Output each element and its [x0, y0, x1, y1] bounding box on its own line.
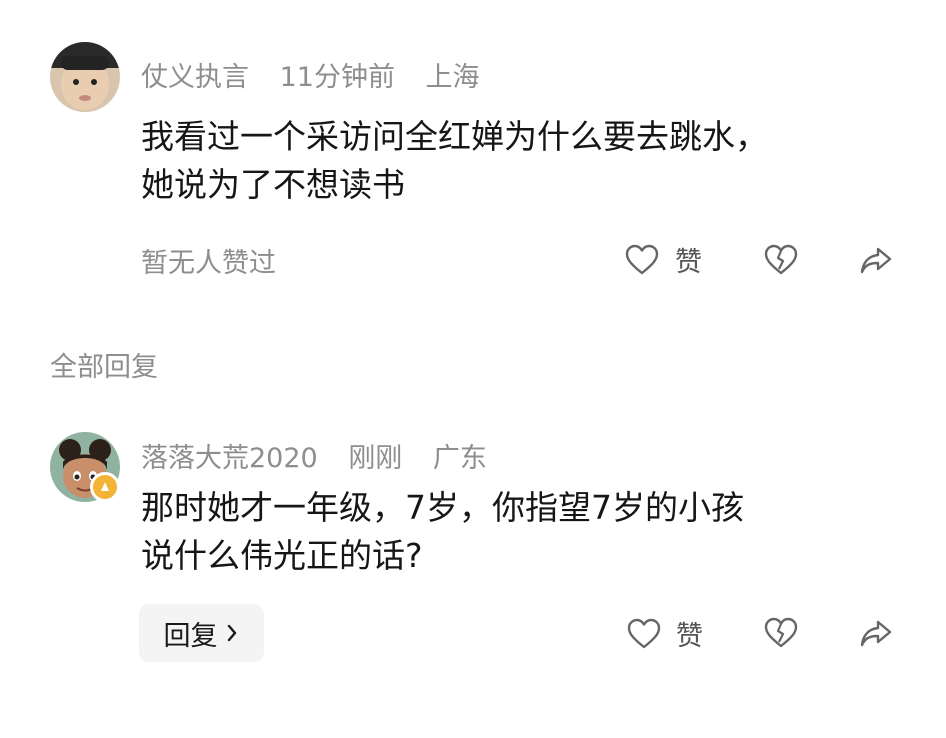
broken-heart-icon	[764, 617, 798, 648]
comment-text-line1: 我看过一个采访问全红婵为什么要去跳水，	[141, 117, 768, 156]
heart-outline-icon	[627, 618, 661, 648]
share-arrow-icon	[860, 247, 892, 274]
badge-icon	[101, 482, 109, 491]
commenter-avatar-image	[50, 42, 120, 112]
comment-text[interactable]: 我看过一个采访问全红婵为什么要去跳水， 她说为了不想读书	[141, 113, 931, 209]
heart-outline-icon	[625, 244, 659, 274]
reply-like-button[interactable]: 赞	[626, 614, 703, 653]
reply-text-line2: 说什么伟光正的话?	[141, 536, 423, 575]
reply-like-label: 赞	[676, 621, 703, 652]
comment-text-line2: 她说为了不想读书	[141, 165, 405, 204]
reply-meta: 落落大荒2020 刚刚 广东	[141, 436, 509, 475]
comment-like-label: 赞	[675, 247, 702, 278]
reply-share-button[interactable]	[858, 615, 894, 655]
all-replies-title: 全部回复	[50, 352, 158, 383]
reply-button[interactable]: 回复	[139, 604, 264, 662]
comment-share-button[interactable]	[858, 242, 894, 282]
share-arrow-icon	[860, 620, 892, 647]
reply-button-label: 回复	[163, 620, 218, 652]
comment-meta: 仗义执言 11分钟前 上海	[141, 55, 502, 94]
reply-username[interactable]: 落落大荒2020	[141, 443, 318, 474]
broken-heart-icon	[764, 244, 798, 275]
reply-time: 刚刚	[348, 443, 403, 474]
reply-text-line1: 那时她才一年级，7岁，你指望7岁的小孩	[141, 488, 744, 527]
commenter-avatar[interactable]	[50, 42, 120, 112]
comment-username[interactable]: 仗义执言	[141, 62, 249, 93]
comment-like-button[interactable]: 赞	[624, 240, 702, 279]
reply-text[interactable]: 那时她才一年级，7岁，你指望7岁的小孩 说什么伟光正的话?	[141, 484, 931, 580]
comment-time: 11分钟前	[279, 62, 395, 93]
reply-location: 广东	[432, 443, 487, 474]
likes-summary: 暂无人赞过	[141, 248, 276, 279]
reply-dislike-button[interactable]	[763, 615, 799, 655]
chevron-right-icon	[227, 624, 236, 642]
comment-dislike-button[interactable]	[763, 242, 799, 282]
level-badge	[90, 472, 120, 502]
comment-location: 上海	[425, 62, 480, 93]
